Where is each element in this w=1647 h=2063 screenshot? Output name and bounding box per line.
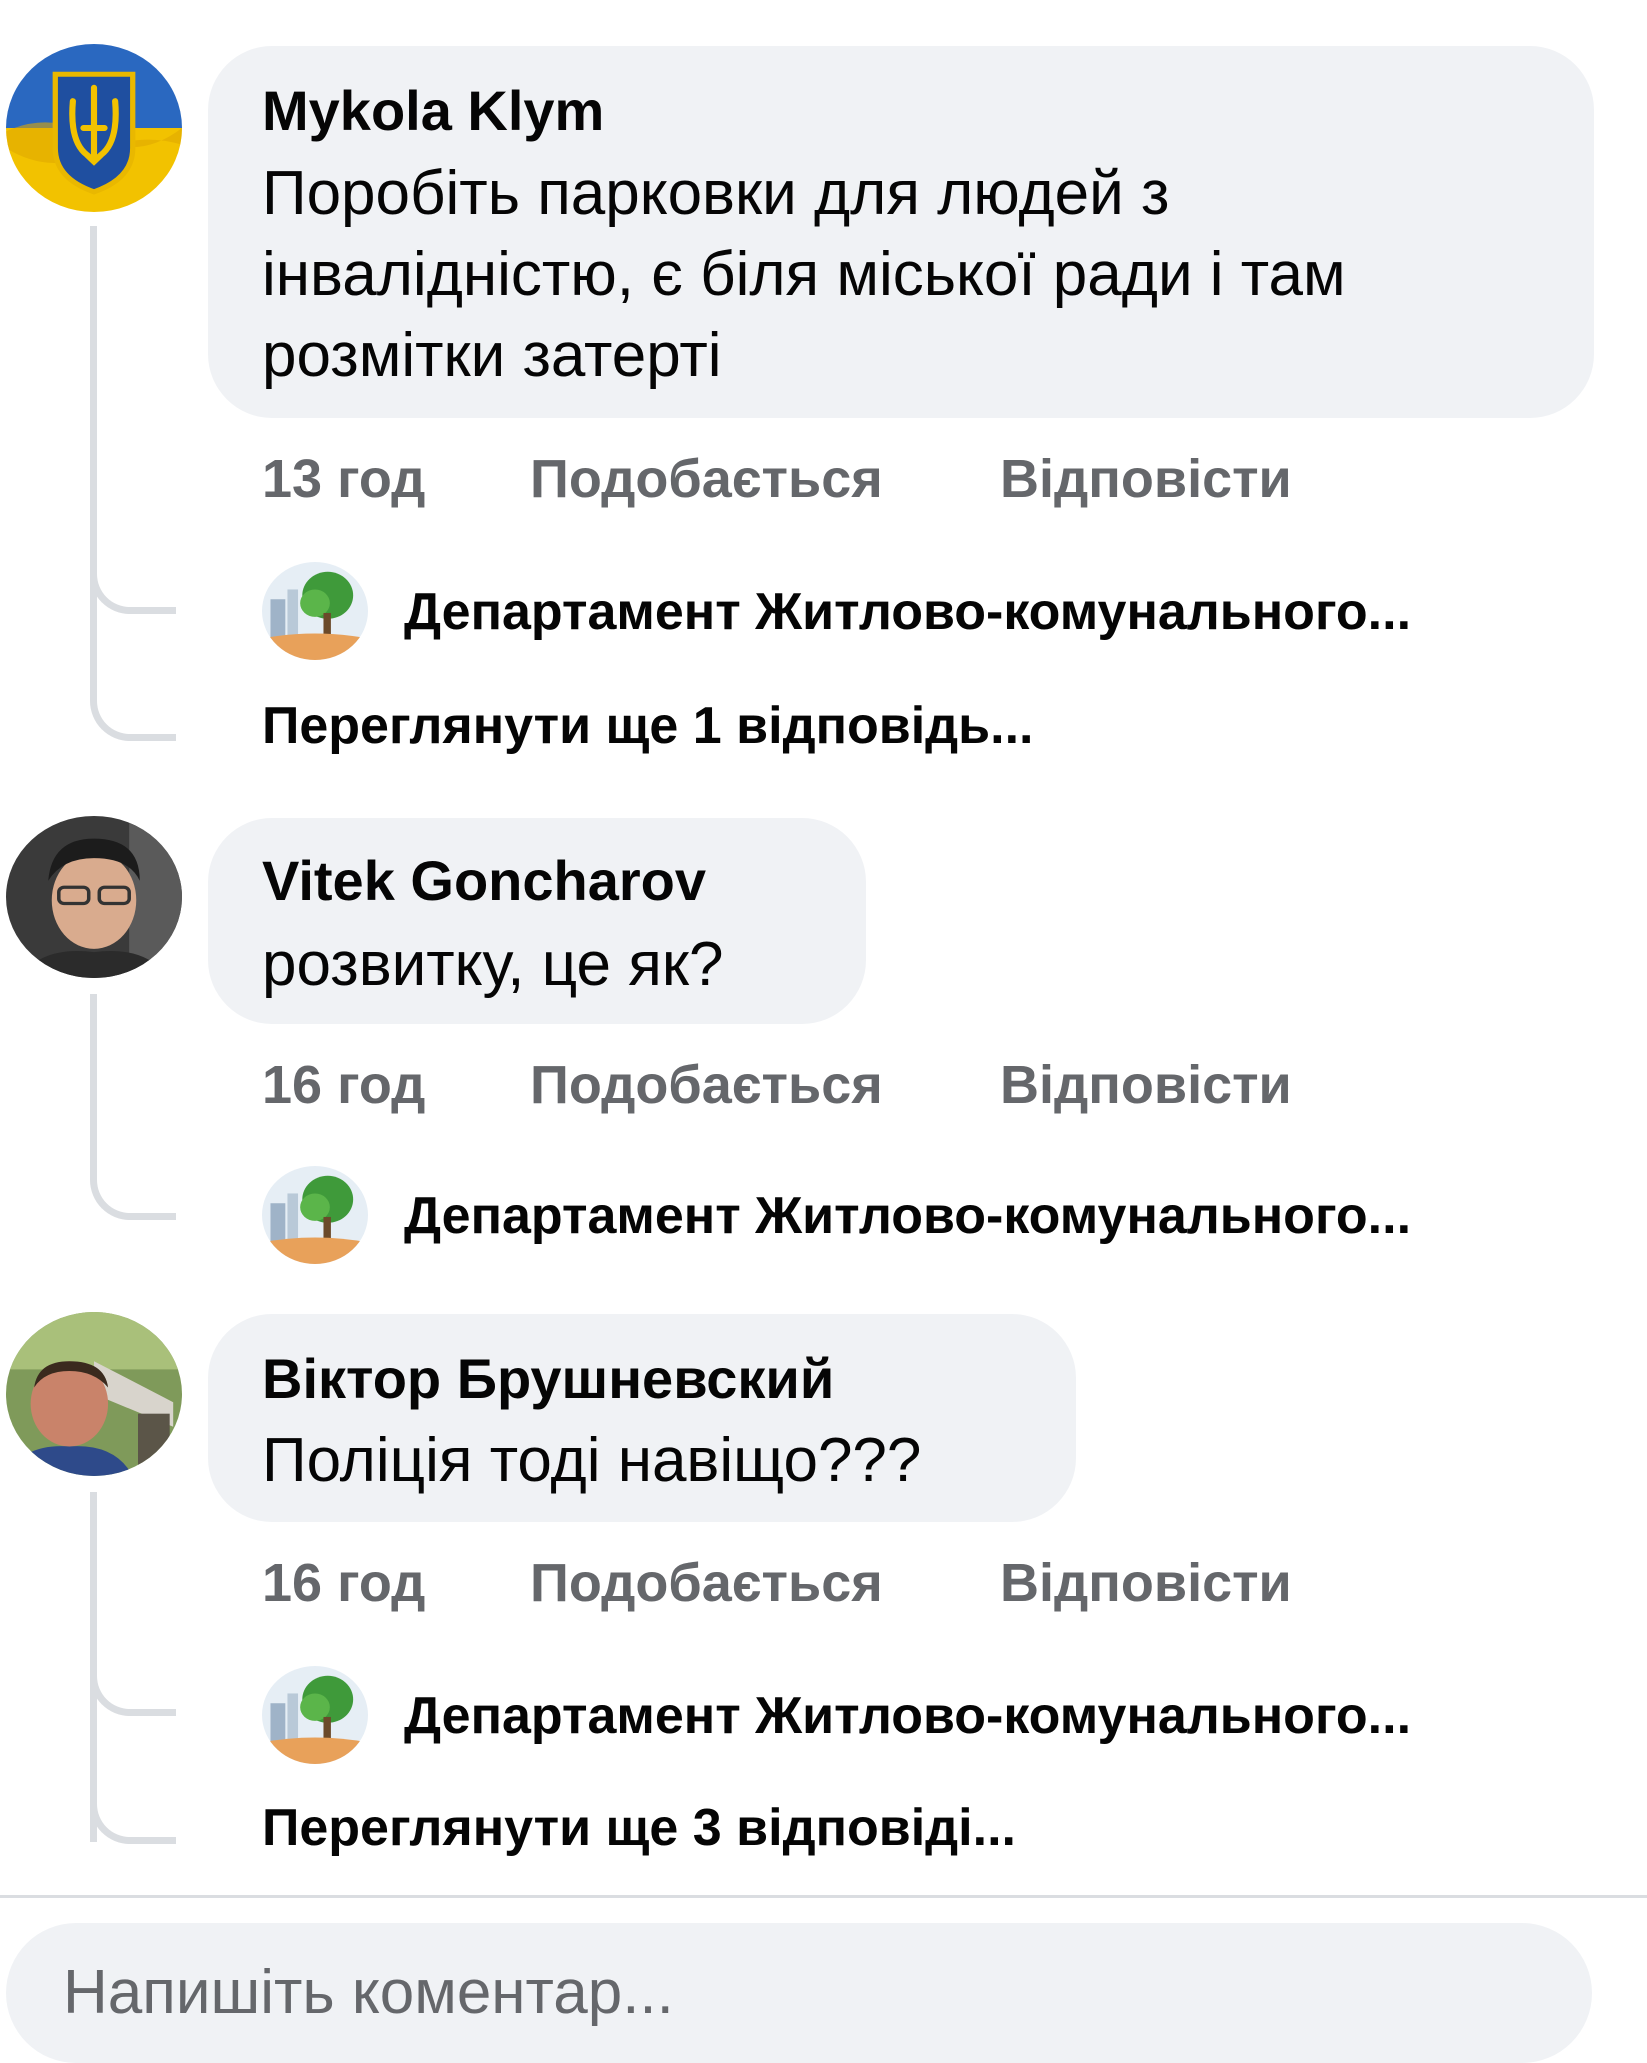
person-photo-icon [6, 1312, 182, 1476]
comment-text-line: розмітки затерті [262, 321, 722, 390]
avatar-viktor-brushnevsky[interactable] [6, 1312, 182, 1476]
comment-timestamp[interactable]: 16 год [262, 1054, 425, 1116]
reply-author-preview[interactable]: Департамент Житлово-комунального... [404, 1686, 1411, 1746]
comment-text-line: розвитку, це як? [262, 930, 724, 999]
reply-avatar[interactable] [262, 1666, 368, 1764]
comment-author[interactable]: Віктор Брушневский [262, 1346, 834, 1411]
reply-avatar[interactable] [262, 562, 368, 660]
department-tree-icon [262, 1666, 368, 1764]
ukraine-trident-icon [6, 44, 182, 212]
like-button[interactable]: Подобається [530, 448, 883, 510]
comment-composer[interactable] [6, 1923, 1592, 2063]
thread-line [90, 994, 97, 1174]
thread-connector [90, 606, 176, 741]
comment-input[interactable] [61, 1951, 1465, 2033]
thread-connector [90, 1160, 176, 1220]
reply-avatar[interactable] [262, 1166, 368, 1264]
view-more-replies-link[interactable]: Переглянути ще 1 відповідь... [262, 696, 1034, 756]
like-button[interactable]: Подобається [530, 1552, 883, 1614]
avatar-vitek-goncharov[interactable] [6, 816, 182, 978]
comment-text-line: Поробіть парковки для людей з [262, 159, 1170, 228]
like-button[interactable]: Подобається [530, 1054, 883, 1116]
comment-timestamp[interactable]: 13 год [262, 448, 425, 510]
comment-timestamp[interactable]: 16 год [262, 1552, 425, 1614]
reply-author-preview[interactable]: Департамент Житлово-комунального... [404, 1186, 1411, 1246]
department-tree-icon [262, 562, 368, 660]
reply-author-preview[interactable]: Департамент Житлово-комунального... [404, 582, 1411, 642]
comment-text-line: Поліція тоді навіщо??? [262, 1426, 922, 1495]
department-tree-icon [262, 1166, 368, 1264]
avatar-mykola-klym[interactable] [6, 44, 182, 212]
comment-text-line: інвалідністю, є біля міської ради і там [262, 240, 1346, 309]
reply-button[interactable]: Відповісти [1000, 1054, 1292, 1116]
reply-button[interactable]: Відповісти [1000, 448, 1292, 510]
comment-author[interactable]: Mykola Klym [262, 78, 604, 143]
view-more-replies-link[interactable]: Переглянути ще 3 відповіді... [262, 1798, 1016, 1858]
reply-button[interactable]: Відповісти [1000, 1552, 1292, 1614]
divider [0, 1895, 1647, 1898]
comment-author[interactable]: Vitek Goncharov [262, 848, 706, 913]
thread-line [90, 226, 97, 606]
person-photo-icon [6, 816, 182, 978]
thread-connector [90, 1708, 176, 1844]
